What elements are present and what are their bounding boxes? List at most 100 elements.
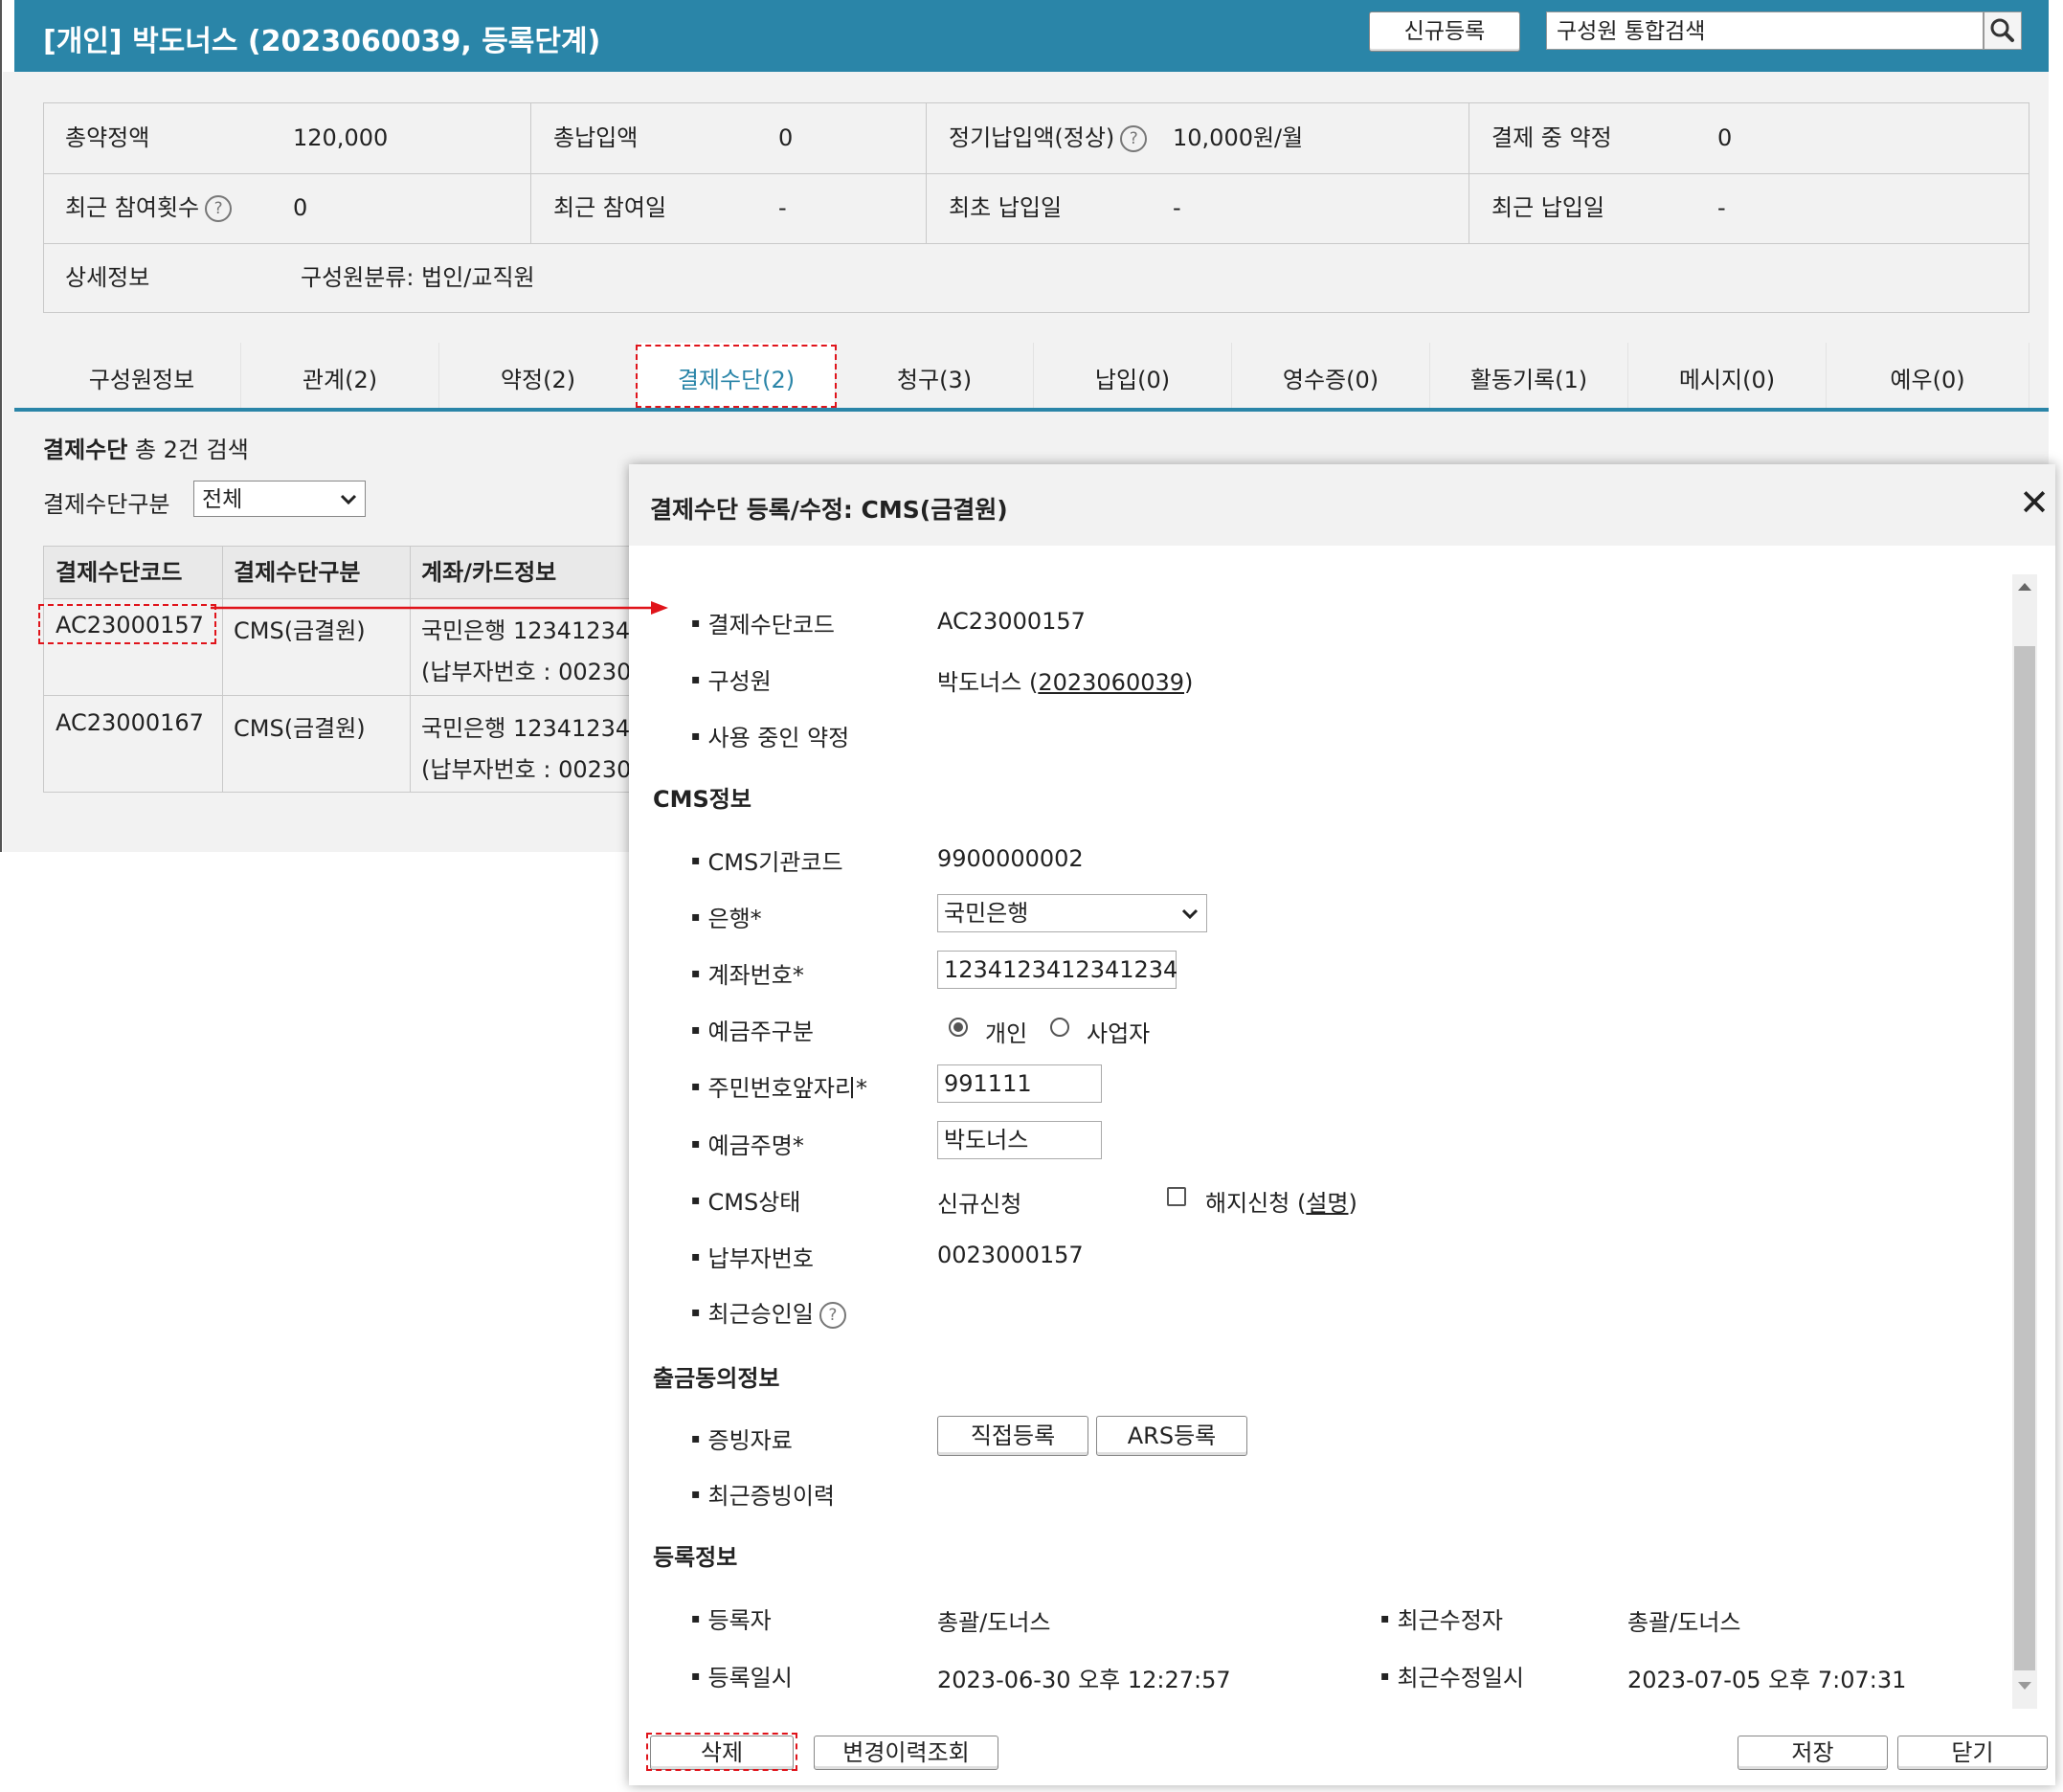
scroll-up-icon[interactable] <box>2016 581 2033 593</box>
tab-receipt[interactable]: 영수증(0) <box>1232 343 1430 408</box>
summary-label-text: 최근 참여횟수 <box>65 194 200 221</box>
field-label: 사용 중인 약정 <box>691 719 850 752</box>
field-label: CMS기관코드 <box>691 843 843 877</box>
column-header[interactable]: 결제수단구분 <box>222 547 410 599</box>
annotation-arrow <box>211 601 668 615</box>
left-border <box>0 0 2 852</box>
member-id-link[interactable]: 2023060039 <box>1038 669 1184 696</box>
account-number-input[interactable]: 1234123412341234 <box>937 951 1177 989</box>
divider <box>530 103 531 243</box>
payment-method-dialog: 결제수단 등록/수정: CMS(금결원) ✕ 결제수단코드 AC23000157… <box>629 464 2055 1785</box>
highlight-box <box>636 345 837 408</box>
table-cell-code[interactable]: AC23000167 <box>44 709 222 736</box>
member-value: 박도너스 (2023060039) <box>937 669 1194 696</box>
ars-register-button[interactable]: ARS등록 <box>1096 1416 1247 1456</box>
close-icon[interactable]: ✕ <box>2015 482 2053 524</box>
table-cell-info: (납부자번호 : 00230( <box>421 756 640 783</box>
help-icon[interactable]: ? <box>1120 125 1148 152</box>
tab-relation[interactable]: 관계(2) <box>241 343 439 408</box>
highlight-box <box>38 604 216 644</box>
cancel-request-checkbox[interactable] <box>1167 1187 1186 1206</box>
tab-courtesy[interactable]: 예우(0) <box>1827 343 2029 408</box>
help-icon[interactable]: ? <box>818 1302 846 1329</box>
tab-pledge[interactable]: 약정(2) <box>439 343 638 408</box>
row-divider <box>44 695 655 696</box>
member-search-input[interactable]: 구성원 통합검색 <box>1546 11 1984 50</box>
field-label: 계좌번호* <box>691 956 804 990</box>
summary-label: 결제 중 약정 <box>1491 124 1612 151</box>
tab-message[interactable]: 메시지(0) <box>1628 343 1827 408</box>
bank-value: 국민은행 <box>944 900 1029 927</box>
field-label: 결제수단코드 <box>691 606 835 639</box>
field-label: 최근수정일시 <box>1380 1659 1524 1692</box>
table-cell-info: 국민은행 123412341 <box>421 715 645 742</box>
close-button[interactable]: 닫기 <box>1897 1736 2048 1770</box>
field-label: 구성원 <box>691 662 772 696</box>
dialog-title: 결제수단 등록/수정: CMS(금결원) <box>650 496 1008 524</box>
summary-label: 총납입액 <box>553 124 639 151</box>
summary-value: 10,000원/월 <box>1173 124 1304 151</box>
page-title: [개인] 박도너스 (2023060039, 등록단계) <box>43 25 601 58</box>
filter-label: 결제수단구분 <box>43 491 170 518</box>
scrollbar-thumb[interactable] <box>2014 646 2035 1670</box>
tab-bar: 구성원정보 관계(2) 약정(2) 결제수단(2) 청구(3) 납입(0) 영수… <box>43 343 2029 408</box>
divider <box>926 103 927 243</box>
help-icon[interactable]: ? <box>205 195 233 222</box>
tab-member-info[interactable]: 구성원정보 <box>43 343 241 408</box>
registered-at-value: 2023-06-30 오후 12:27:57 <box>937 1667 1231 1693</box>
detail-value: 구성원분류: 법인/교직원 <box>301 264 535 291</box>
radio-business-label: 사업자 <box>1087 1020 1151 1047</box>
section-title: 등록정보 <box>653 1544 738 1571</box>
radio-personal-label: 개인 <box>985 1020 1028 1047</box>
cancel-request-text: 해지신청 <box>1205 1190 1290 1217</box>
search-icon <box>1990 18 2014 42</box>
payment-code-value: AC23000157 <box>937 608 1086 635</box>
scroll-down-icon[interactable] <box>2016 1680 2033 1691</box>
modifier-value: 총괄/도너스 <box>1627 1609 1741 1636</box>
field-label: 증빙자료 <box>691 1422 793 1455</box>
payment-method-table: 결제수단코드 결제수단구분 계좌/카드정보 AC23000157 CMS(금결원… <box>43 546 656 793</box>
result-count: 결제수단 총 2건 검색 <box>43 431 249 464</box>
section-title: CMS정보 <box>653 786 751 813</box>
summary-row-2: 최근 참여횟수? 0 최근 참여일 - 최초 납입일 - 최근 납입일 - <box>44 173 2029 244</box>
summary-value: - <box>1173 194 1181 221</box>
column-header[interactable]: 계좌/카드정보 <box>410 547 655 599</box>
direct-register-button[interactable]: 직접등록 <box>937 1416 1088 1456</box>
tab-payment[interactable]: 납입(0) <box>1034 343 1232 408</box>
summary-value: 0 <box>1717 124 1733 151</box>
section-title: 출금동의정보 <box>653 1365 780 1392</box>
payment-type-value: 전체 <box>202 487 243 512</box>
bank-select[interactable]: 국민은행 <box>937 894 1207 932</box>
registrant-value: 총괄/도너스 <box>937 1609 1051 1636</box>
tab-activity[interactable]: 활동기록(1) <box>1430 343 1628 408</box>
payment-type-select[interactable]: 전체 <box>193 481 366 517</box>
field-label: 등록일시 <box>691 1659 793 1692</box>
field-label: 등록자 <box>691 1602 772 1635</box>
cancel-request-label: 해지신청 (설명) <box>1205 1190 1357 1217</box>
field-label: 주민번호앞자리* <box>691 1069 868 1103</box>
new-register-button[interactable]: 신규등록 <box>1369 11 1520 52</box>
column-header[interactable]: 결제수단코드 <box>44 547 222 599</box>
chevron-down-icon <box>340 494 357 505</box>
result-count-text: 총 2건 검색 <box>134 437 249 463</box>
radio-business[interactable] <box>1050 1018 1069 1037</box>
cms-org-code: 9900000002 <box>937 845 1084 872</box>
save-button[interactable]: 저장 <box>1738 1736 1888 1770</box>
summary-label: 총약정액 <box>65 124 150 151</box>
search-button[interactable] <box>1984 11 2022 50</box>
account-owner-input[interactable]: 박도너스 <box>937 1121 1102 1159</box>
rrn-prefix-input[interactable]: 991111 <box>937 1064 1102 1103</box>
change-history-button[interactable]: 변경이력조회 <box>814 1736 998 1770</box>
summary-label-text: 정기납입액(정상) <box>949 124 1115 151</box>
field-label: 납부자번호 <box>691 1240 814 1273</box>
summary-label: 최근 참여횟수? <box>65 173 233 243</box>
table-cell-type: CMS(금결원) <box>234 715 366 742</box>
tab-billing[interactable]: 청구(3) <box>836 343 1034 408</box>
payer-number-value: 0023000157 <box>937 1242 1084 1268</box>
cms-status-value: 신규신청 <box>937 1191 1022 1218</box>
detail-label: 상세정보 <box>65 264 150 291</box>
field-label: 예금주명* <box>691 1127 804 1160</box>
radio-personal[interactable] <box>949 1018 968 1037</box>
explanation-link[interactable]: 설명 <box>1306 1190 1348 1217</box>
field-label: 최근수정자 <box>1380 1602 1503 1635</box>
